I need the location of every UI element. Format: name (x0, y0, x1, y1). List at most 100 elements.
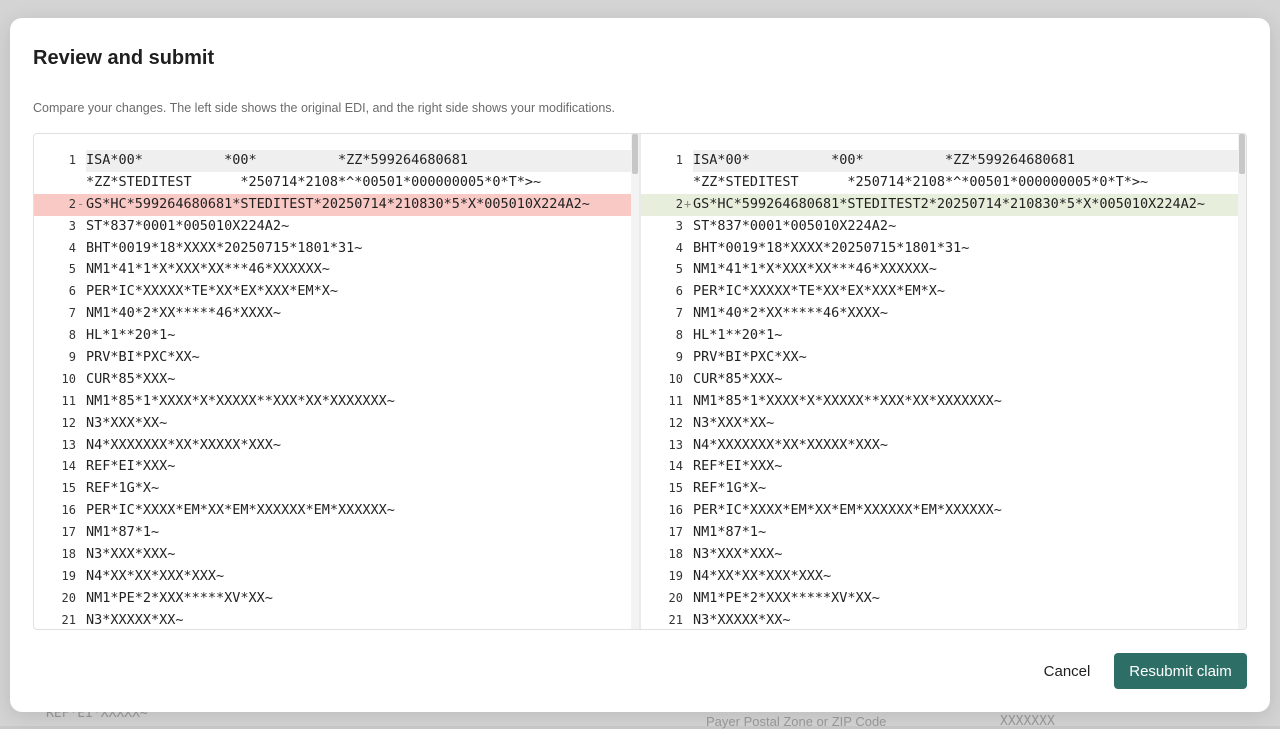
line-number: 12 (61, 415, 76, 430)
line-code: PER*IC*XXXX*EM*XX*EM*XXXXXX*EM*XXXXXX~ (693, 502, 1002, 519)
line-code: PER*IC*XXXXX*TE*XX*EX*XXX*EM*X~ (86, 283, 338, 300)
line-code: NM1*PE*2*XXX*****XV*XX~ (693, 589, 880, 606)
line-code: REF*EI*XXX~ (86, 458, 176, 475)
diff-line: 8 HL*1**20*1~ (641, 325, 1238, 347)
line-number: 9 (68, 350, 76, 365)
diff-line: 16 PER*IC*XXXX*EM*XX*EM*XXXXXX*EM*XXXXXX~ (641, 500, 1238, 522)
line-number: 18 (61, 547, 76, 562)
line-number: 4 (68, 240, 76, 255)
diff-line: 19 N4*XX*XX*XXX*XXX~ (641, 566, 1238, 588)
line-number: 21 (61, 612, 76, 627)
line-number: 15 (61, 481, 76, 496)
diff-line: 18 N3*XXX*XXX~ (641, 544, 1238, 566)
line-number: 19 (61, 568, 76, 583)
diff-line: 13 N4*XXXXXXX*XX*XXXXX*XXX~ (34, 435, 631, 457)
line-number: 14 (668, 459, 683, 474)
line-code: ST*837*0001*005010X224A2~ (693, 217, 897, 234)
line-number: 18 (668, 547, 683, 562)
modified-edi-lines: 1 ISA*00* *00* *ZZ*599264680681 *ZZ*STEDIT… (641, 150, 1238, 629)
line-number: 11 (61, 393, 76, 408)
line-code: N3*XXXXX*XX~ (86, 611, 184, 628)
line-number: 5 (68, 262, 76, 277)
line-number: 7 (68, 306, 76, 321)
modal-title: Review and submit (33, 47, 215, 69)
line-code: REF*1G*X~ (693, 480, 767, 497)
diff-line: 7 NM1*40*2*XX*****46*XXXX~ (34, 303, 631, 325)
line-code: PER*IC*XXXXX*TE*XX*EX*XXX*EM*X~ (693, 283, 945, 300)
backdrop-row-right: XXXXXXX (1000, 714, 1055, 729)
line-number: 10 (668, 371, 683, 386)
line-code: GS*HC*599264680681*STEDITEST2*20250714*2… (693, 195, 1206, 212)
diff-line: 14 REF*EI*XXX~ (34, 456, 631, 478)
diff-viewer: 1 ISA*00* *00* *ZZ*599264680681 *ZZ*STEDIT… (33, 133, 1247, 630)
line-number: 17 (668, 525, 683, 540)
line-number: 21 (668, 612, 683, 627)
line-code: N4*XX*XX*XXX*XXX~ (693, 567, 832, 584)
diff-line: 3 ST*837*0001*005010X224A2~ (641, 216, 1238, 238)
line-number: 2 (675, 196, 683, 211)
diff-line: *ZZ*STEDITEST *250714*2108*^*00501*00000… (34, 172, 631, 194)
line-number: 9 (675, 350, 683, 365)
line-code: NM1*40*2*XX*****46*XXXX~ (86, 305, 282, 322)
line-code: ST*837*0001*005010X224A2~ (86, 217, 290, 234)
modified-pane-scroll-thumb[interactable] (1239, 134, 1245, 174)
modified-edi-pane[interactable]: 1 ISA*00* *00* *ZZ*599264680681 *ZZ*STEDIT… (641, 134, 1246, 629)
line-code: NM1*40*2*XX*****46*XXXX~ (693, 305, 889, 322)
diff-line: 13 N4*XXXXXXX*XX*XXXXX*XXX~ (641, 435, 1238, 457)
backdrop-row-mid: Payer Postal Zone or ZIP Code (706, 714, 887, 729)
line-number: 6 (68, 284, 76, 299)
diff-line: 8 HL*1**20*1~ (34, 325, 631, 347)
line-code: N3*XXX*XXX~ (86, 546, 176, 563)
diff-line: *ZZ*STEDITEST *250714*2108*^*00501*00000… (641, 172, 1238, 194)
line-number: 19 (668, 568, 683, 583)
diff-line: 20 NM1*PE*2*XXX*****XV*XX~ (641, 588, 1238, 610)
removed-line: 2- GS*HC*599264680681*STEDITEST*20250714*… (34, 193, 631, 216)
diff-line: 12 N3*XXX*XX~ (34, 413, 631, 435)
line-code: HL*1**20*1~ (86, 327, 176, 344)
original-pane-scrollbar[interactable] (631, 134, 639, 629)
line-number: 14 (61, 459, 76, 474)
diff-line: 6 PER*IC*XXXXX*TE*XX*EX*XXX*EM*X~ (641, 281, 1238, 303)
added-line: 2 + GS*HC*599264680681*STEDITEST2*20250714… (641, 193, 1238, 216)
line-code: GS*HC*599264680681*STEDITEST*20250714*21… (86, 195, 590, 212)
diff-line: 16 PER*IC*XXXX*EM*XX*EM*XXXXXX*EM*XXXXXX~ (34, 500, 631, 522)
line-code: N3*XXX*XX~ (86, 414, 168, 431)
diff-line: 21 N3*XXXXX*XX~ (641, 610, 1238, 629)
diff-line: 10 CUR*85*XXX~ (641, 369, 1238, 391)
diff-line: 15 REF*1G*X~ (641, 478, 1238, 500)
diff-line: 19 N4*XX*XX*XXX*XXX~ (34, 566, 631, 588)
line-code: NM1*41*1*X*XXX*XX***46*XXXXXX~ (86, 261, 330, 278)
line-code: ISA*00* *00* *ZZ*599264680681 (86, 150, 631, 172)
diff-line: 20 NM1*PE*2*XXX*****XV*XX~ (34, 588, 631, 610)
line-code: REF*EI*XXX~ (693, 458, 783, 475)
diff-line: 11 NM1*85*1*XXXX*X*XXXXX**XXX*XX*XXXXXXX~ (641, 391, 1238, 413)
line-code: ISA*00* *00* *ZZ*599264680681 (693, 150, 1238, 172)
diff-line: 3 ST*837*0001*005010X224A2~ (34, 216, 631, 238)
line-number: 3 (675, 218, 683, 233)
original-edi-lines: 1 ISA*00* *00* *ZZ*599264680681 *ZZ*STEDIT… (34, 150, 631, 629)
line-code: NM1*PE*2*XXX*****XV*XX~ (86, 589, 273, 606)
line-number: 11 (668, 393, 683, 408)
diff-marker: + (684, 196, 692, 211)
line-code: BHT*0019*18*XXXX*20250715*1801*31~ (86, 239, 363, 256)
line-number: 1 (68, 153, 76, 167)
line-number: 15 (668, 481, 683, 496)
resubmit-claim-button[interactable]: Resubmit claim (1114, 653, 1247, 689)
line-number: 7 (675, 306, 683, 321)
line-code: N3*XXX*XXX~ (693, 546, 783, 563)
line-code: BHT*0019*18*XXXX*20250715*1801*31~ (693, 239, 970, 256)
line-code: CUR*85*XXX~ (693, 370, 783, 387)
original-edi-pane[interactable]: 1 ISA*00* *00* *ZZ*599264680681 *ZZ*STEDIT… (34, 134, 639, 629)
diff-line: 7 NM1*40*2*XX*****46*XXXX~ (641, 303, 1238, 325)
diff-line: 9 PRV*BI*PXC*XX~ (641, 347, 1238, 369)
line-code: PER*IC*XXXX*EM*XX*EM*XXXXXX*EM*XXXXXX~ (86, 502, 395, 519)
line-number: 16 (61, 503, 76, 518)
cancel-button[interactable]: Cancel (1029, 653, 1105, 689)
original-pane-scroll-thumb[interactable] (632, 134, 638, 174)
line-number: 4 (675, 240, 683, 255)
line-number: 16 (668, 503, 683, 518)
modified-pane-scrollbar[interactable] (1238, 134, 1246, 629)
diff-line: 5 NM1*41*1*X*XXX*XX***46*XXXXXX~ (34, 259, 631, 281)
line-number: 8 (675, 328, 683, 343)
line-code: PRV*BI*PXC*XX~ (86, 349, 200, 366)
